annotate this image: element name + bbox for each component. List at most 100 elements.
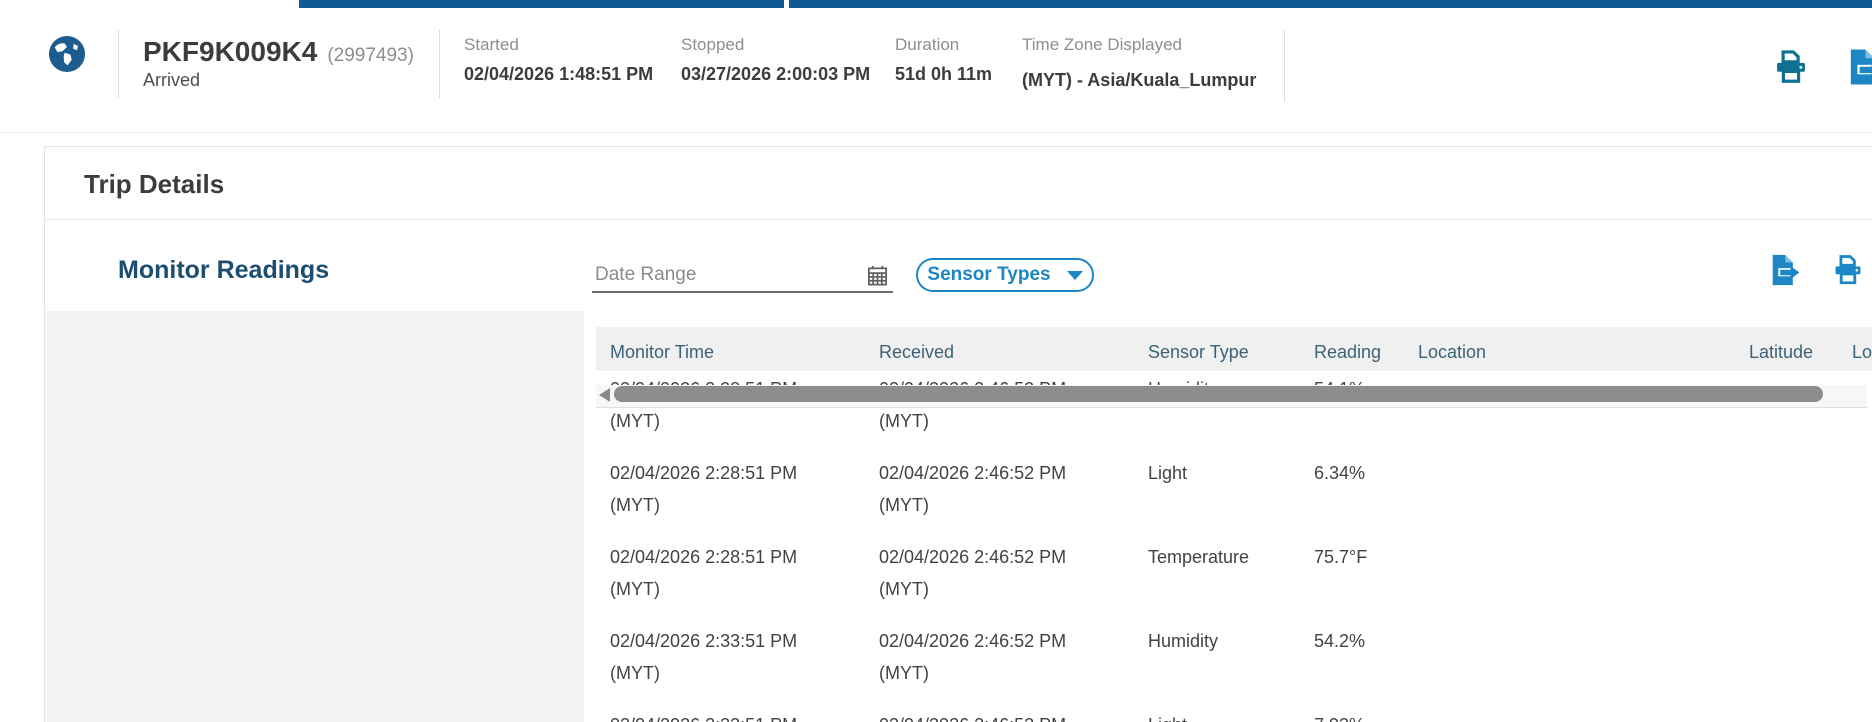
field-label: Time Zone Displayed — [1022, 34, 1256, 56]
received-value: 02/04/2026 2:46:52 PM — [879, 460, 1148, 486]
date-range-placeholder: Date Range — [592, 264, 696, 286]
field-value: 03/27/2026 2:00:03 PM — [681, 64, 870, 85]
sensor-types-dropdown[interactable]: Sensor Types — [916, 258, 1094, 292]
table-row: 02/04/2026 2:33:51 PM (MYT) 02/04/2026 2… — [596, 707, 1872, 722]
cell-location — [1418, 544, 1749, 623]
globe-icon — [48, 35, 86, 73]
cell-sensor-type: Light — [1148, 460, 1314, 539]
cell-reading: 54.2% — [1314, 628, 1418, 707]
received-tz: (MYT) — [879, 408, 1148, 434]
cell-sensor-type: Temperature — [1148, 544, 1314, 623]
cell-longitude — [1852, 544, 1872, 623]
monitor-readings-table: Monitor Time Received Sensor Type Readin… — [596, 311, 1872, 722]
cell-latitude — [1749, 544, 1852, 623]
sensor-type-value: Light — [1148, 460, 1314, 486]
file-export-icon[interactable] — [1844, 48, 1872, 86]
reading-value: 75.7°F — [1314, 544, 1418, 570]
cell-latitude — [1749, 628, 1852, 707]
cell-location — [1418, 712, 1749, 722]
caret-down-icon — [1067, 271, 1083, 280]
file-export-icon[interactable] — [1767, 253, 1801, 287]
header-divider — [439, 30, 440, 98]
trip-id: PKF9K009K4(2997493) — [143, 36, 414, 68]
field-timezone: Time Zone Displayed (MYT) - Asia/Kuala_L… — [1022, 34, 1256, 91]
cell-monitor-time: 02/04/2026 2:33:51 PM (MYT) — [610, 628, 879, 707]
received-value: 02/04/2026 2:46:52 PM — [879, 544, 1148, 570]
cell-longitude — [1852, 628, 1872, 707]
sensor-type-value: Temperature — [1148, 544, 1314, 570]
received-value: 02/04/2026 2:46:52 PM — [879, 712, 1148, 722]
monitor-readings-title: Monitor Readings — [118, 256, 329, 285]
cell-monitor-time: 02/04/2026 2:28:51 PM (MYT) — [610, 460, 879, 539]
cell-reading: 6.34% — [1314, 460, 1418, 539]
cell-sensor-type: Light — [1148, 712, 1314, 722]
trip-summary-header: PKF9K009K4(2997493) Arrived Started 02/0… — [0, 8, 1872, 133]
field-value: (MYT) - Asia/Kuala_Lumpur — [1022, 70, 1256, 91]
field-value: 51d 0h 11m — [895, 64, 992, 85]
cell-received: 02/04/2026 2:46:52 PM (MYT) — [879, 712, 1148, 722]
cell-location — [1418, 460, 1749, 539]
monitor-readings-toolbar: Monitor Readings Date Range — [45, 220, 1872, 311]
printer-icon[interactable] — [1831, 253, 1865, 287]
column-header-sensor-type: Sensor Type — [1148, 342, 1314, 371]
table-row: 02/04/2026 2:33:51 PM (MYT) 02/04/2026 2… — [596, 623, 1872, 707]
monitor-time-value: 02/04/2026 2:28:51 PM — [610, 460, 879, 486]
cell-reading: 75.7°F — [1314, 544, 1418, 623]
tab-indicator-right — [789, 0, 1872, 8]
trip-code: (2997493) — [327, 45, 414, 66]
cell-reading: 7.93% — [1314, 712, 1418, 722]
cell-location — [1418, 628, 1749, 707]
table-row: 02/04/2026 2:28:51 PM (MYT) 02/04/2026 2… — [596, 539, 1872, 623]
monitor-time-tz: (MYT) — [610, 576, 879, 602]
tab-indicator-left — [299, 0, 784, 8]
horizontal-scrollbar[interactable] — [596, 385, 1867, 408]
column-header-location: Location — [1418, 342, 1749, 371]
cell-sensor-type: Humidity — [1148, 628, 1314, 707]
field-duration: Duration 51d 0h 11m — [895, 34, 992, 85]
cell-latitude — [1749, 712, 1852, 722]
sensor-types-label: Sensor Types — [927, 264, 1050, 286]
received-tz: (MYT) — [879, 660, 1148, 686]
header-divider — [1284, 30, 1285, 102]
column-header-monitor-time: Monitor Time — [610, 342, 879, 371]
scrollbar-thumb[interactable] — [614, 386, 1823, 402]
calendar-icon[interactable] — [866, 264, 889, 287]
table-row: 02/04/2026 2:28:51 PM (MYT) 02/04/2026 2… — [596, 455, 1872, 539]
monitor-time-value: 02/04/2026 2:33:51 PM — [610, 628, 879, 654]
header-divider — [118, 30, 119, 98]
monitor-time-tz: (MYT) — [610, 660, 879, 686]
trip-details-page: PKF9K009K4(2997493) Arrived Started 02/0… — [0, 0, 1872, 722]
received-tz: (MYT) — [879, 492, 1148, 518]
table-row: 02/04/2026 2:28:51 PM (MYT) 02/04/2026 2… — [596, 371, 1872, 455]
field-stopped: Stopped 03/27/2026 2:00:03 PM — [681, 34, 870, 85]
cell-received: 02/04/2026 2:46:52 PM (MYT) — [879, 628, 1148, 707]
monitor-time-value: 02/04/2026 2:33:51 PM — [610, 712, 879, 722]
received-tz: (MYT) — [879, 576, 1148, 602]
column-header-latitude: Latitude — [1749, 342, 1852, 371]
reading-value: 54.2% — [1314, 628, 1418, 654]
cell-longitude — [1852, 460, 1872, 539]
field-value: 02/04/2026 1:48:51 PM — [464, 64, 653, 85]
received-value: 02/04/2026 2:46:52 PM — [879, 628, 1148, 654]
cell-monitor-time: 02/04/2026 2:33:51 PM (MYT) — [610, 712, 879, 722]
trip-details-card: Trip Details Monitor Readings Date Range — [44, 146, 1872, 722]
map-panel — [45, 311, 584, 722]
trip-details-section-header: Trip Details — [45, 147, 1872, 220]
monitor-time-value: 02/04/2026 2:28:51 PM — [610, 544, 879, 570]
sensor-type-value: Light — [1148, 712, 1314, 722]
date-range-input[interactable]: Date Range — [592, 259, 893, 293]
arrow-left-icon[interactable] — [599, 388, 610, 402]
field-started: Started 02/04/2026 1:48:51 PM — [464, 34, 653, 85]
table-body: 02/04/2026 2:28:51 PM (MYT) 02/04/2026 2… — [596, 371, 1872, 722]
column-header-received: Received — [879, 342, 1148, 371]
field-label: Duration — [895, 34, 992, 56]
field-label: Started — [464, 34, 653, 56]
trip-details-title: Trip Details — [84, 169, 224, 200]
cell-latitude — [1749, 460, 1852, 539]
monitor-time-tz: (MYT) — [610, 492, 879, 518]
column-header-longitude: Longitude — [1852, 342, 1872, 371]
cell-received: 02/04/2026 2:46:52 PM (MYT) — [879, 544, 1148, 623]
cell-received: 02/04/2026 2:46:52 PM (MYT) — [879, 460, 1148, 539]
cell-longitude — [1852, 712, 1872, 722]
printer-icon[interactable] — [1772, 48, 1810, 86]
